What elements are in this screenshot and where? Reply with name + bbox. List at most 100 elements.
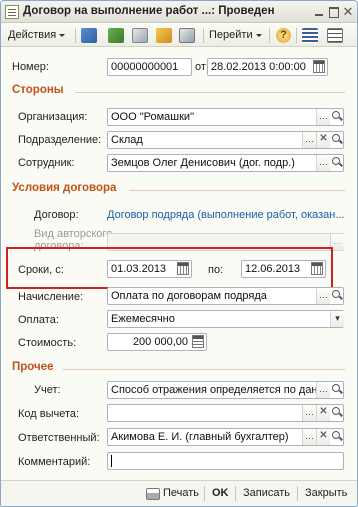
select-button[interactable]: … bbox=[316, 155, 330, 171]
post-document-icon[interactable] bbox=[81, 28, 97, 43]
employee-value: Земцов Олег Денисович (дог. подр.) bbox=[111, 157, 295, 169]
list-view-icon[interactable] bbox=[302, 28, 318, 43]
save-button[interactable]: Записать bbox=[243, 487, 290, 499]
maximize-button[interactable] bbox=[328, 6, 340, 18]
section-divider bbox=[75, 92, 345, 93]
minimize-button[interactable] bbox=[313, 6, 325, 18]
cost-field[interactable]: 200 000,00 bbox=[107, 333, 207, 351]
employee-label: Сотрудник: bbox=[18, 157, 75, 169]
clear-icon[interactable]: ✕ bbox=[316, 132, 330, 148]
comment-label: Комментарий: bbox=[18, 456, 91, 468]
title-bar[interactable]: Договор на выполнение работ ...: Проведе… bbox=[1, 1, 357, 23]
accounting-value: Способ отражения определяется по данны bbox=[111, 384, 316, 396]
search-icon[interactable] bbox=[330, 288, 344, 304]
refresh-icon[interactable] bbox=[108, 28, 124, 43]
accounting-field[interactable]: Способ отражения определяется по данны … bbox=[107, 381, 344, 399]
toolbar-separator bbox=[203, 28, 204, 43]
calculator-icon[interactable] bbox=[192, 335, 204, 348]
department-value: Склад bbox=[111, 134, 143, 146]
organization-value: ООО "Ромашки" bbox=[111, 111, 194, 123]
department-label: Подразделение: bbox=[18, 134, 102, 146]
number-field[interactable]: 00000000001 bbox=[107, 58, 192, 76]
footer-separator bbox=[235, 486, 236, 501]
comment-field[interactable] bbox=[107, 452, 344, 470]
actions-menu-button[interactable]: Действия bbox=[8, 27, 66, 44]
footer-bar: Печать OK Записать Закрыть bbox=[1, 480, 357, 506]
structure-icon[interactable] bbox=[179, 28, 195, 43]
goto-menu-button[interactable]: Перейти bbox=[209, 27, 262, 44]
author-kind-label-line1: Вид авторского bbox=[34, 228, 113, 240]
accrual-field[interactable]: Оплата по договорам подряда … bbox=[107, 287, 344, 305]
section-divider bbox=[63, 369, 345, 370]
select-button[interactable]: … bbox=[302, 132, 316, 148]
date-field[interactable]: 28.02.2013 0:00:00 bbox=[207, 58, 328, 76]
print-button[interactable]: Печать bbox=[163, 487, 199, 499]
chevron-down-icon bbox=[255, 33, 262, 37]
accrual-label: Начисление: bbox=[18, 291, 84, 303]
deduction-code-label: Код вычета: bbox=[18, 408, 80, 420]
close-icon[interactable]: ✕ bbox=[342, 5, 354, 18]
cost-label: Стоимость: bbox=[18, 337, 77, 349]
deduction-code-field[interactable]: … ✕ bbox=[107, 404, 344, 422]
search-icon[interactable] bbox=[330, 405, 344, 421]
based-on-icon[interactable] bbox=[156, 28, 172, 43]
payment-label: Оплата: bbox=[18, 314, 59, 326]
toolbar-separator bbox=[269, 28, 270, 43]
section-divider bbox=[129, 190, 345, 191]
close-button[interactable]: Закрыть bbox=[305, 487, 347, 499]
number-label: Номер: bbox=[12, 61, 49, 73]
date-value: 28.02.2013 0:00:00 bbox=[211, 61, 306, 73]
employee-field[interactable]: Земцов Олег Денисович (дог. подр.) … bbox=[107, 154, 344, 172]
select-button[interactable]: … bbox=[302, 405, 316, 421]
organization-field[interactable]: ООО "Ромашки" … bbox=[107, 108, 344, 126]
document-window: Договор на выполнение работ ...: Проведе… bbox=[0, 0, 358, 507]
accounting-label: Учет: bbox=[34, 384, 61, 396]
ok-button[interactable]: OK bbox=[212, 487, 229, 499]
clear-icon[interactable]: ✕ bbox=[316, 429, 330, 445]
responsible-field[interactable]: Акимова Е. И. (главный бухгалтер) … ✕ bbox=[107, 428, 344, 446]
toolbar: Действия Перейти ? bbox=[1, 24, 357, 47]
settings-list-icon[interactable] bbox=[327, 28, 343, 43]
search-icon[interactable] bbox=[330, 429, 344, 445]
section-other: Прочее bbox=[12, 361, 54, 373]
accrual-value: Оплата по договорам подряда bbox=[111, 290, 267, 302]
payment-value: Ежемесячно bbox=[111, 313, 175, 325]
department-field[interactable]: Склад … ✕ bbox=[107, 131, 344, 149]
search-icon[interactable] bbox=[330, 382, 344, 398]
window-title: Договор на выполнение работ ...: Проведе… bbox=[23, 5, 275, 17]
select-button[interactable]: … bbox=[316, 382, 330, 398]
dropdown-button[interactable]: ▾ bbox=[330, 311, 344, 327]
toolbar-separator bbox=[75, 28, 76, 43]
calendar-icon[interactable] bbox=[313, 60, 325, 73]
footer-separator bbox=[204, 486, 205, 501]
help-icon: ? bbox=[280, 29, 287, 41]
select-button[interactable]: … bbox=[316, 288, 330, 304]
section-parties: Стороны bbox=[12, 84, 64, 96]
chevron-down-icon bbox=[59, 33, 66, 37]
responsible-value: Акимова Е. И. (главный бухгалтер) bbox=[111, 431, 289, 443]
cost-value: 200 000,00 bbox=[132, 336, 188, 348]
select-button[interactable]: … bbox=[302, 429, 316, 445]
footer-separator bbox=[297, 486, 298, 501]
organization-label: Организация: bbox=[18, 111, 88, 123]
toolbar-separator bbox=[296, 28, 297, 43]
number-value: 00000000001 bbox=[111, 61, 179, 73]
responsible-label: Ответственный: bbox=[18, 432, 100, 444]
contract-link[interactable]: Договор подряда (выполнение работ, оказа… bbox=[107, 209, 345, 221]
search-icon[interactable] bbox=[330, 109, 344, 125]
document-icon bbox=[5, 5, 19, 19]
payment-field[interactable]: Ежемесячно ▾ bbox=[107, 310, 344, 328]
search-icon[interactable] bbox=[330, 155, 344, 171]
section-conditions: Условия договора bbox=[12, 182, 117, 194]
search-icon[interactable] bbox=[330, 132, 344, 148]
actions-menu-label: Действия bbox=[8, 29, 57, 41]
contract-label: Договор: bbox=[34, 209, 79, 221]
highlight-frame bbox=[6, 247, 333, 289]
printer-icon bbox=[146, 488, 160, 500]
help-button[interactable]: ? bbox=[276, 28, 291, 43]
select-button[interactable]: … bbox=[316, 109, 330, 125]
text-cursor bbox=[111, 455, 112, 467]
clear-icon[interactable]: ✕ bbox=[316, 405, 330, 421]
copy-document-icon[interactable] bbox=[132, 28, 148, 43]
goto-menu-label: Перейти bbox=[209, 29, 253, 41]
